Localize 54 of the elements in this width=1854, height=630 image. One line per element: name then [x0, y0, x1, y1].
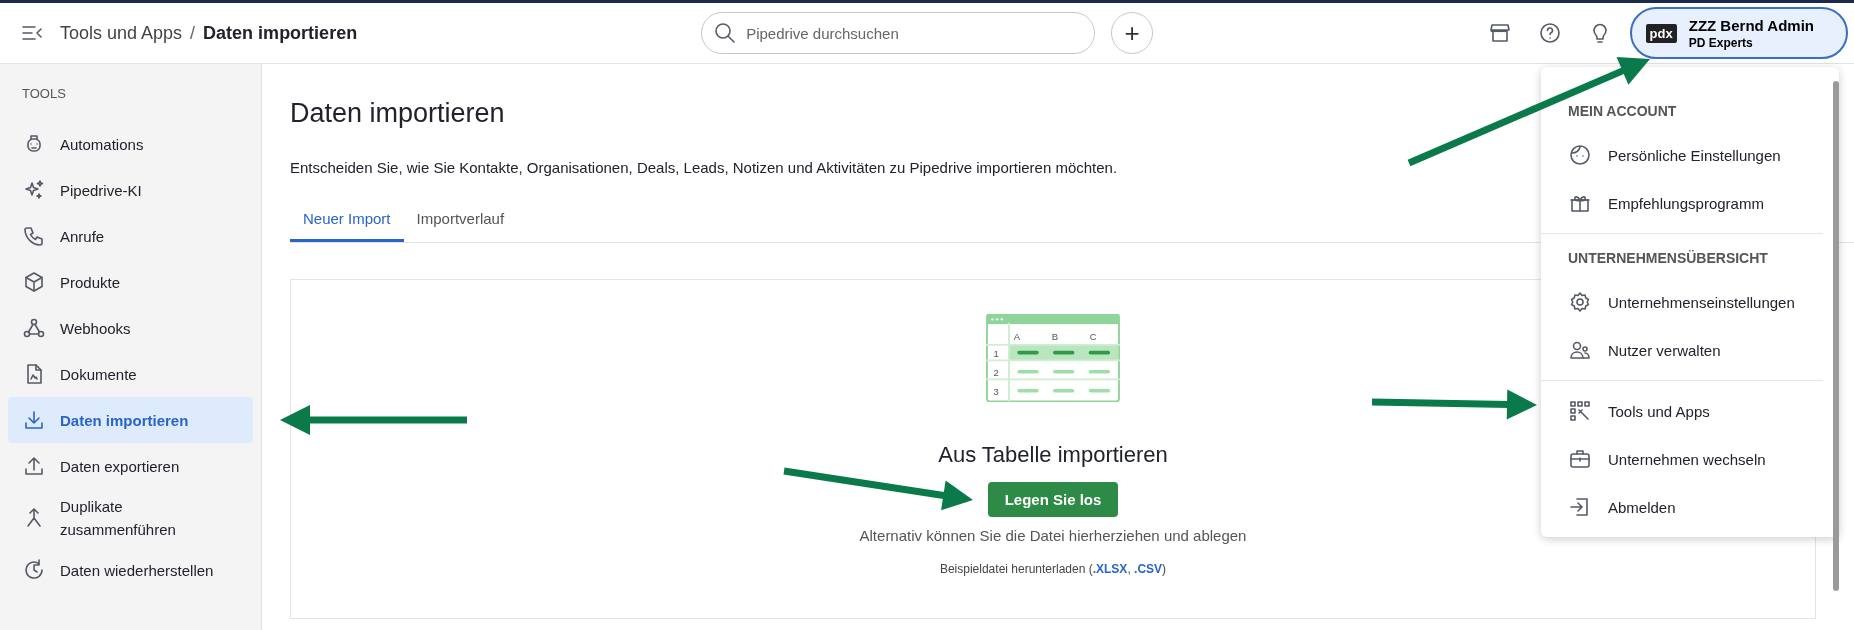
download-link[interactable]: .CSV — [1134, 562, 1163, 576]
tools-grid-icon — [1568, 399, 1592, 423]
start-button[interactable]: Legen Sie los — [987, 482, 1119, 517]
download-icon — [22, 408, 46, 432]
card-heading: Aus Tabelle importieren — [938, 442, 1168, 468]
marketplace-icon[interactable] — [1487, 21, 1512, 45]
page-title: Daten importieren — [290, 98, 505, 129]
sidebar-item[interactable]: Pipedrive-KI — [8, 167, 253, 213]
menu-item[interactable]: Tools und Apps — [1541, 387, 1823, 435]
sidebar-item[interactable]: Daten wiederherstellen — [8, 547, 253, 593]
drag-hint: Alternativ können Sie die Datei hierherziehen und ablegen — [859, 527, 1247, 544]
breadcrumb-separator: / — [190, 22, 196, 44]
add-button[interactable]: + — [1111, 12, 1154, 54]
sidebar-item[interactable]: Webhooks — [8, 305, 253, 351]
menu-item[interactable]: Nutzer verwalten — [1541, 326, 1823, 374]
search-field[interactable]: Pipedrive durchsuchen — [701, 12, 1096, 54]
sidebar-item[interactable]: Automations — [8, 121, 253, 167]
upload-icon — [22, 454, 46, 478]
tab[interactable]: Importverlauf — [403, 200, 518, 242]
breadcrumb-link[interactable]: Tools und Apps — [60, 22, 183, 44]
scrollbar[interactable] — [1833, 81, 1839, 591]
spreadsheet-illustration: A B C 1 2 3 — [986, 314, 1120, 402]
user-name: ZZZ Bernd Admin — [1688, 16, 1814, 34]
sample-download-text: Beispieldatei herunterladen (.XLSX, .CSV) — [939, 562, 1167, 576]
help-icon[interactable] — [1537, 21, 1562, 45]
sidebar-heading: TOOLS — [21, 86, 67, 103]
menu-heading: MEIN ACCOUNT — [1567, 102, 1678, 121]
briefcase-icon — [1568, 447, 1592, 471]
face-icon — [1568, 143, 1592, 167]
company-name: PD Experts — [1688, 35, 1754, 50]
sidebar-item[interactable]: Duplikate zusammenführen — [8, 489, 253, 547]
menu-item[interactable]: Unternehmen wechseln — [1541, 435, 1823, 483]
webhook-icon — [22, 316, 46, 340]
phone-icon — [22, 224, 46, 248]
gear-icon — [1568, 290, 1592, 314]
sparkle-icon — [22, 178, 46, 202]
menu-item[interactable]: Persönliche Einstellungen — [1541, 131, 1823, 179]
sidebar-item[interactable]: Dokumente — [8, 351, 253, 397]
menu-heading: UNTERNEHMENSÜBERSICHT — [1567, 249, 1769, 268]
company-logo: pdx — [1645, 23, 1677, 43]
account-button[interactable]: pdx ZZZ Bernd Admin PD Experts — [1629, 7, 1848, 59]
sidebar-item[interactable]: Daten exportieren — [8, 443, 253, 489]
menu-item[interactable]: Unternehmenseinstellungen — [1541, 278, 1823, 326]
box-icon — [22, 270, 46, 294]
menu-item[interactable]: Empfehlungsprogramm — [1541, 179, 1823, 227]
sidebar-item[interactable]: Produkte — [8, 259, 253, 305]
page-description: Entscheiden Sie, wie Sie Kontakte, Organisationen, Deals, Leads, Notizen und Aktivitäten zu Pipedrive importieren möchten. — [290, 159, 1118, 176]
tab[interactable]: Neuer Import — [290, 200, 404, 242]
search-icon — [713, 21, 738, 45]
menu-item[interactable]: Abmelden — [1541, 483, 1823, 531]
history-icon — [22, 558, 46, 582]
sidebar-item[interactable]: Daten importieren — [8, 397, 253, 443]
breadcrumb-link[interactable]: Daten importieren — [203, 22, 358, 44]
sidebar-item[interactable]: Anrufe — [8, 213, 253, 259]
